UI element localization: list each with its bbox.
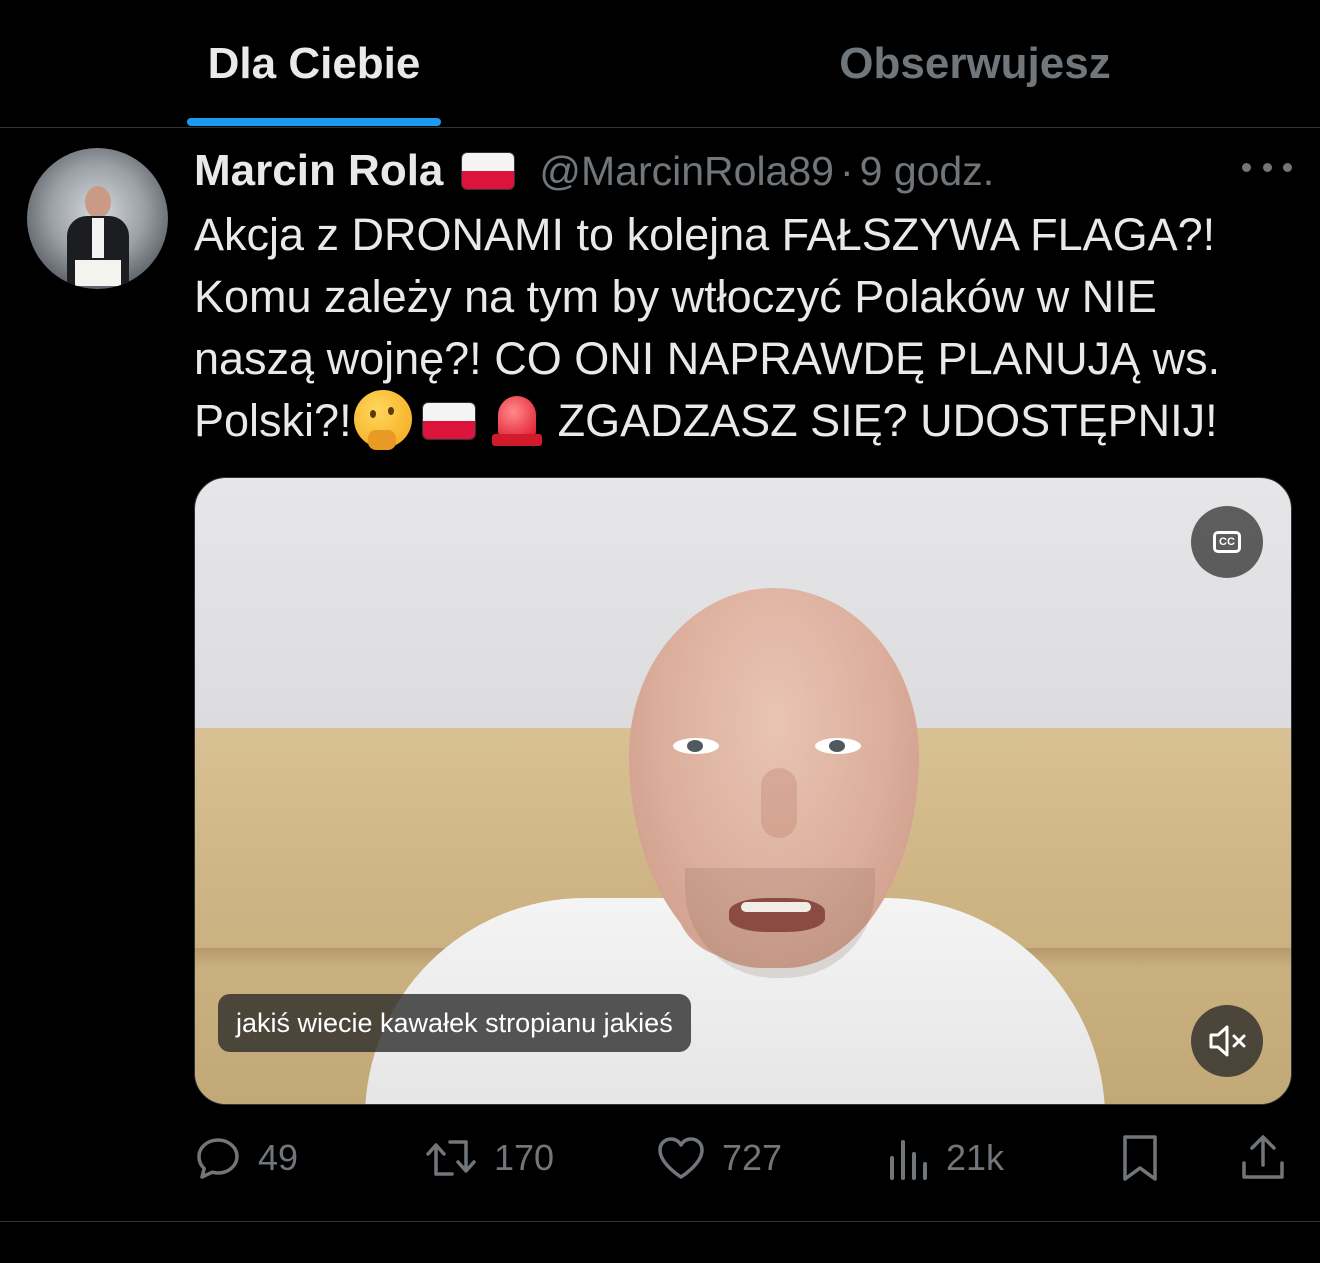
bookmark-button[interactable] bbox=[1120, 1128, 1160, 1188]
reply-icon bbox=[197, 1138, 239, 1179]
tab-following[interactable]: Obserwujesz bbox=[800, 0, 1150, 127]
views-count: 21k bbox=[946, 1137, 1005, 1178]
unmute-button[interactable] bbox=[1191, 1005, 1263, 1077]
views-button[interactable]: 21k bbox=[886, 1128, 1004, 1188]
closed-captions-icon: CC bbox=[1213, 531, 1241, 553]
tweet-text-cta: ZGADZASZ SIĘ? UDOSTĘPNIJ! bbox=[557, 395, 1218, 446]
more-options-icon[interactable] bbox=[1242, 152, 1292, 182]
tweet-actions: 49 170 727 21k bbox=[194, 1128, 1292, 1188]
closed-captions-button[interactable]: CC bbox=[1191, 506, 1263, 578]
timeline-tabs: Dla Ciebie Obserwujesz bbox=[0, 0, 1320, 128]
poland-flag-icon bbox=[461, 152, 516, 190]
speaker-muted-icon bbox=[1209, 1025, 1246, 1057]
video-caption: jakiś wiecie kawałek stropianu jakieś bbox=[218, 994, 691, 1052]
analytics-icon bbox=[890, 1140, 927, 1180]
retweet-icon bbox=[426, 1140, 476, 1176]
police-light-icon bbox=[491, 390, 542, 448]
share-button[interactable] bbox=[1240, 1128, 1286, 1188]
like-button[interactable]: 727 bbox=[656, 1128, 782, 1188]
retweet-count: 170 bbox=[494, 1137, 555, 1178]
like-count: 727 bbox=[722, 1137, 783, 1178]
video-person-eye bbox=[815, 738, 861, 754]
video-player[interactable]: CC jakiś wiecie kawałek stropianu jakieś bbox=[194, 477, 1292, 1105]
bookmark-icon bbox=[1123, 1135, 1157, 1181]
user-handle[interactable]: @MarcinRola89 bbox=[539, 148, 834, 195]
retweet-button[interactable]: 170 bbox=[424, 1128, 554, 1188]
reply-count: 49 bbox=[258, 1137, 299, 1178]
share-icon bbox=[1242, 1135, 1284, 1179]
avatar-desk bbox=[75, 260, 121, 286]
avatar-head bbox=[85, 186, 111, 218]
active-tab-indicator bbox=[187, 118, 441, 126]
separator-dot: · bbox=[839, 147, 854, 194]
video-person-eye bbox=[673, 738, 719, 754]
reply-button[interactable]: 49 bbox=[194, 1128, 298, 1188]
tweet-time[interactable]: 9 godz. bbox=[860, 148, 995, 195]
heart-icon bbox=[658, 1137, 704, 1179]
display-name[interactable]: Marcin Rola bbox=[194, 146, 443, 196]
tweet-divider bbox=[0, 1221, 1320, 1222]
poland-flag-icon bbox=[421, 402, 476, 440]
tab-for-you[interactable]: Dla Ciebie bbox=[186, 0, 442, 127]
avatar-shirt bbox=[92, 218, 104, 258]
thinking-face-icon bbox=[353, 390, 412, 450]
video-person-mouth bbox=[729, 898, 825, 932]
tweet-header: Marcin Rola @MarcinRola89 · 9 godz. bbox=[194, 141, 994, 201]
avatar[interactable] bbox=[27, 148, 168, 289]
tweet-text: Akcja z DRONAMI to kolejna FAŁSZYWA FLAG… bbox=[194, 204, 1284, 452]
video-person-nose bbox=[761, 768, 797, 838]
